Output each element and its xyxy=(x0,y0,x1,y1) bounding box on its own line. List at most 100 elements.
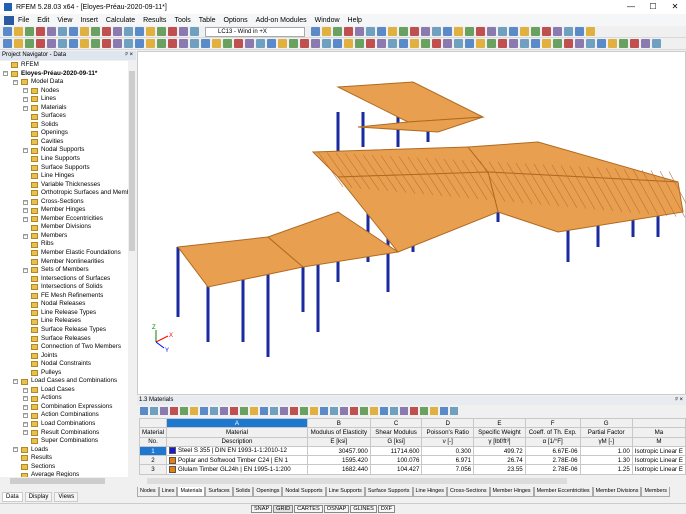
cell-gamma[interactable]: 499.72 xyxy=(473,445,526,457)
table-tool-icon[interactable] xyxy=(200,407,208,415)
toolbar-button-icon[interactable] xyxy=(146,39,155,48)
table-tab-line-supports[interactable]: Line Supports xyxy=(325,487,365,497)
tree-item[interactable]: FE Mesh Refinements xyxy=(0,292,128,301)
toolbar-button-icon[interactable] xyxy=(69,39,78,48)
tree-item[interactable]: − Model Data xyxy=(0,78,128,87)
toolbar-button-icon[interactable] xyxy=(113,27,122,36)
toolbar-button-icon[interactable] xyxy=(498,39,507,48)
toolbar-button-icon[interactable] xyxy=(135,39,144,48)
navigator-pin-close[interactable]: ᵖ × xyxy=(126,51,133,60)
3d-viewport[interactable]: X Z Y xyxy=(137,51,686,395)
tree-item[interactable]: Line Supports xyxy=(0,155,128,164)
menu-tools[interactable]: Tools xyxy=(174,17,190,24)
menu-options[interactable]: Options xyxy=(224,17,248,24)
tree-item[interactable]: Nodal Releases xyxy=(0,300,128,309)
material-description[interactable]: Glulam Timber GL24h | EN 1995-1-1:200 xyxy=(166,464,308,475)
tree-item[interactable]: Sections xyxy=(0,463,128,472)
table-tool-icon[interactable] xyxy=(390,407,398,415)
toolbar-button-icon[interactable] xyxy=(476,39,485,48)
cell-gm[interactable]: 1.25 xyxy=(579,464,633,475)
toolbar-button-icon[interactable] xyxy=(311,39,320,48)
toolbar-button-icon[interactable] xyxy=(69,27,78,36)
table-tool-icon[interactable] xyxy=(310,407,318,415)
toolbar-button-icon[interactable] xyxy=(124,27,133,36)
toolbar-button-icon[interactable] xyxy=(498,27,507,36)
table-tool-icon[interactable] xyxy=(380,407,388,415)
toolbar-button-icon[interactable] xyxy=(355,39,364,48)
toolbar-button-icon[interactable] xyxy=(256,39,265,48)
table-tab-members[interactable]: Members xyxy=(641,487,670,497)
toolbar-button-icon[interactable] xyxy=(619,39,628,48)
toolbar-button-icon[interactable] xyxy=(531,39,540,48)
col-letter[interactable]: F xyxy=(524,417,581,429)
toolbar-button-icon[interactable] xyxy=(377,39,386,48)
toolbar-button-icon[interactable] xyxy=(91,27,100,36)
tree-item[interactable]: Intersections of Surfaces xyxy=(0,275,128,284)
toolbar-button-icon[interactable] xyxy=(25,27,34,36)
table-tool-icon[interactable] xyxy=(230,407,238,415)
status-glines[interactable]: GLINES xyxy=(350,505,377,513)
toolbar-button-icon[interactable] xyxy=(487,39,496,48)
toolbar-button-icon[interactable] xyxy=(47,27,56,36)
toolbar-button-icon[interactable] xyxy=(553,39,562,48)
toolbar-button-icon[interactable] xyxy=(267,39,276,48)
material-model[interactable]: Isotropic Linear E xyxy=(631,455,686,466)
material-description[interactable]: Poplar and Softwood Timber C24 | EN 1 xyxy=(166,455,308,466)
table-tool-icon[interactable] xyxy=(370,407,378,415)
toolbar-button-icon[interactable] xyxy=(322,39,331,48)
table-tab-lines[interactable]: Lines xyxy=(158,487,178,497)
tree-item[interactable]: Connection of Two Members xyxy=(0,343,128,352)
navigator-vscroll[interactable] xyxy=(128,61,136,476)
toolbar-button-icon[interactable] xyxy=(454,27,463,36)
material-model[interactable]: Isotropic Linear E xyxy=(631,464,686,475)
cell-gm[interactable]: 1.30 xyxy=(579,455,633,466)
cell-G[interactable]: 100.076 xyxy=(369,455,423,466)
expand-toggle-icon[interactable]: − xyxy=(23,216,28,222)
col-letter[interactable]: E xyxy=(473,417,526,429)
expand-toggle-icon[interactable]: − xyxy=(23,387,28,393)
toolbar-button-icon[interactable] xyxy=(58,39,67,48)
tree-item[interactable]: − Actions xyxy=(0,394,128,403)
toolbar-button-icon[interactable] xyxy=(520,27,529,36)
toolbar-button-icon[interactable] xyxy=(355,27,364,36)
toolbar-button-icon[interactable] xyxy=(135,27,144,36)
toolbar-button-icon[interactable] xyxy=(586,39,595,48)
toolbar-button-icon[interactable] xyxy=(168,39,177,48)
table-tool-icon[interactable] xyxy=(340,407,348,415)
toolbar-button-icon[interactable] xyxy=(388,39,397,48)
tree-item[interactable]: Results xyxy=(0,454,128,463)
toolbar-button-icon[interactable] xyxy=(597,39,606,48)
status-osnap[interactable]: OSNAP xyxy=(323,505,350,513)
table-tool-icon[interactable] xyxy=(450,407,458,415)
table-tool-icon[interactable] xyxy=(250,407,258,415)
row-number[interactable]: 2 xyxy=(138,455,168,466)
col-letter[interactable] xyxy=(631,417,686,429)
toolbar-button-icon[interactable] xyxy=(179,39,188,48)
tree-item[interactable]: − Sets of Members xyxy=(0,266,128,275)
col-letter[interactable]: B xyxy=(306,417,371,429)
tree-item[interactable]: Cavities xyxy=(0,138,128,147)
menu-file[interactable]: File xyxy=(18,17,29,24)
tab-data[interactable]: Data xyxy=(2,492,23,502)
tree-item[interactable]: − Nodal Supports xyxy=(0,146,128,155)
toolbar-button-icon[interactable] xyxy=(531,27,540,36)
toolbar-button-icon[interactable] xyxy=(47,39,56,48)
menu-help[interactable]: Help xyxy=(348,17,362,24)
col-letter[interactable]: G xyxy=(579,417,633,429)
tree-item[interactable]: − Members xyxy=(0,232,128,241)
table-tab-member-eccentricities[interactable]: Member Eccentricities xyxy=(533,487,593,497)
toolbar-button-icon[interactable] xyxy=(289,39,298,48)
tree-item[interactable]: − Eloyes-Préau-2020-09-11* xyxy=(0,70,128,79)
cell-nu[interactable]: 6.971 xyxy=(421,455,475,466)
toolbar-button-icon[interactable] xyxy=(630,39,639,48)
tree-item[interactable]: − Loads xyxy=(0,446,128,455)
table-tool-icon[interactable] xyxy=(210,407,218,415)
expand-toggle-icon[interactable]: − xyxy=(13,447,18,453)
table-tab-cross-sections[interactable]: Cross-Sections xyxy=(446,487,490,497)
status-snap[interactable]: SNAP xyxy=(250,505,273,513)
load-case-select[interactable]: LC13 - Wind in +X xyxy=(205,26,305,37)
status-grid[interactable]: GRID xyxy=(273,505,294,513)
maximize-button[interactable]: ☐ xyxy=(642,0,664,14)
table-tool-icon[interactable] xyxy=(440,407,448,415)
menu-results[interactable]: Results xyxy=(143,17,166,24)
